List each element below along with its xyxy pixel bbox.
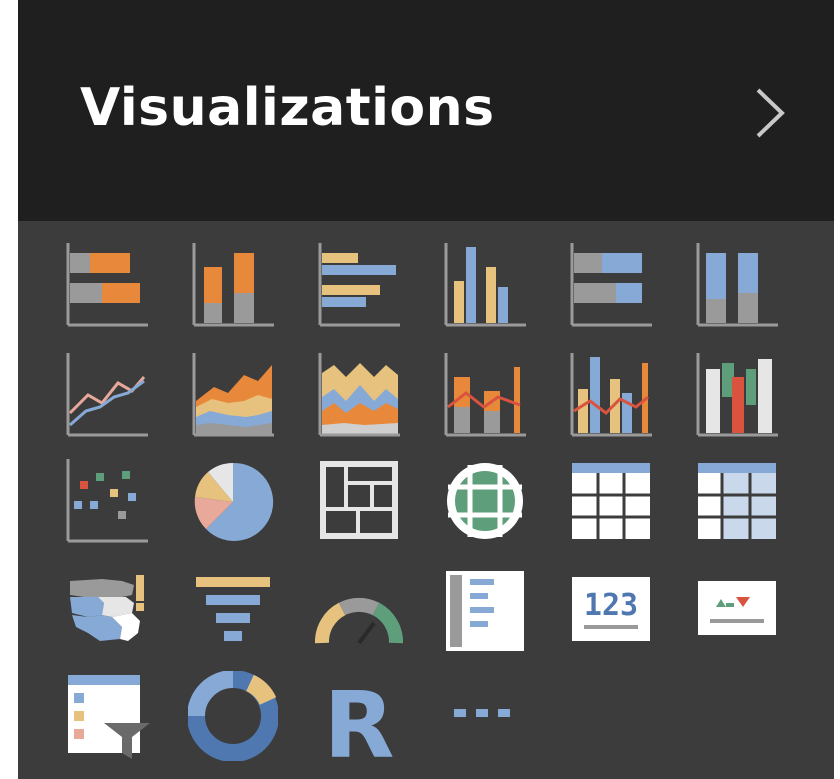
r-letter: R bbox=[324, 672, 395, 761]
line-chart-icon[interactable] bbox=[62, 351, 152, 441]
gauge-icon[interactable] bbox=[314, 567, 404, 657]
slicer-icon[interactable] bbox=[62, 671, 152, 761]
100-stacked-column-chart-icon[interactable] bbox=[692, 241, 782, 331]
pane-title: Visualizations bbox=[80, 78, 495, 138]
donut-chart-icon[interactable] bbox=[188, 671, 278, 761]
filled-map-icon[interactable] bbox=[62, 567, 152, 657]
pie-chart-icon[interactable] bbox=[188, 457, 278, 547]
card-icon[interactable]: 123 bbox=[566, 567, 656, 657]
100-stacked-bar-chart-icon[interactable] bbox=[566, 241, 656, 331]
stacked-column-chart-icon[interactable] bbox=[188, 241, 278, 331]
treemap-icon[interactable] bbox=[314, 457, 404, 547]
card-value-text: 123 bbox=[584, 588, 638, 623]
waterfall-chart-icon[interactable] bbox=[692, 351, 782, 441]
visualizations-grid: 123 R bbox=[18, 221, 834, 779]
map-icon[interactable] bbox=[440, 457, 530, 547]
stacked-area-chart-icon[interactable] bbox=[314, 351, 404, 441]
pane-right-edge bbox=[834, 0, 840, 779]
chevron-right-icon[interactable] bbox=[744, 84, 802, 142]
r-script-visual-icon[interactable]: R bbox=[314, 671, 404, 761]
clustered-column-chart-icon[interactable] bbox=[440, 241, 530, 331]
line-and-stacked-column-chart-icon[interactable] bbox=[440, 351, 530, 441]
line-and-clustered-column-chart-icon[interactable] bbox=[566, 351, 656, 441]
clustered-bar-chart-icon[interactable] bbox=[314, 241, 404, 331]
area-chart-icon[interactable] bbox=[188, 351, 278, 441]
table-icon[interactable] bbox=[566, 457, 656, 547]
more-visuals-icon[interactable] bbox=[440, 671, 530, 761]
kpi-icon[interactable] bbox=[692, 567, 782, 657]
pane-header: Visualizations bbox=[18, 0, 834, 221]
matrix-icon[interactable] bbox=[692, 457, 782, 547]
multi-row-card-icon[interactable] bbox=[440, 567, 530, 657]
stacked-bar-chart-icon[interactable] bbox=[62, 241, 152, 331]
funnel-icon[interactable] bbox=[188, 567, 278, 657]
scatter-chart-icon[interactable] bbox=[62, 457, 152, 547]
